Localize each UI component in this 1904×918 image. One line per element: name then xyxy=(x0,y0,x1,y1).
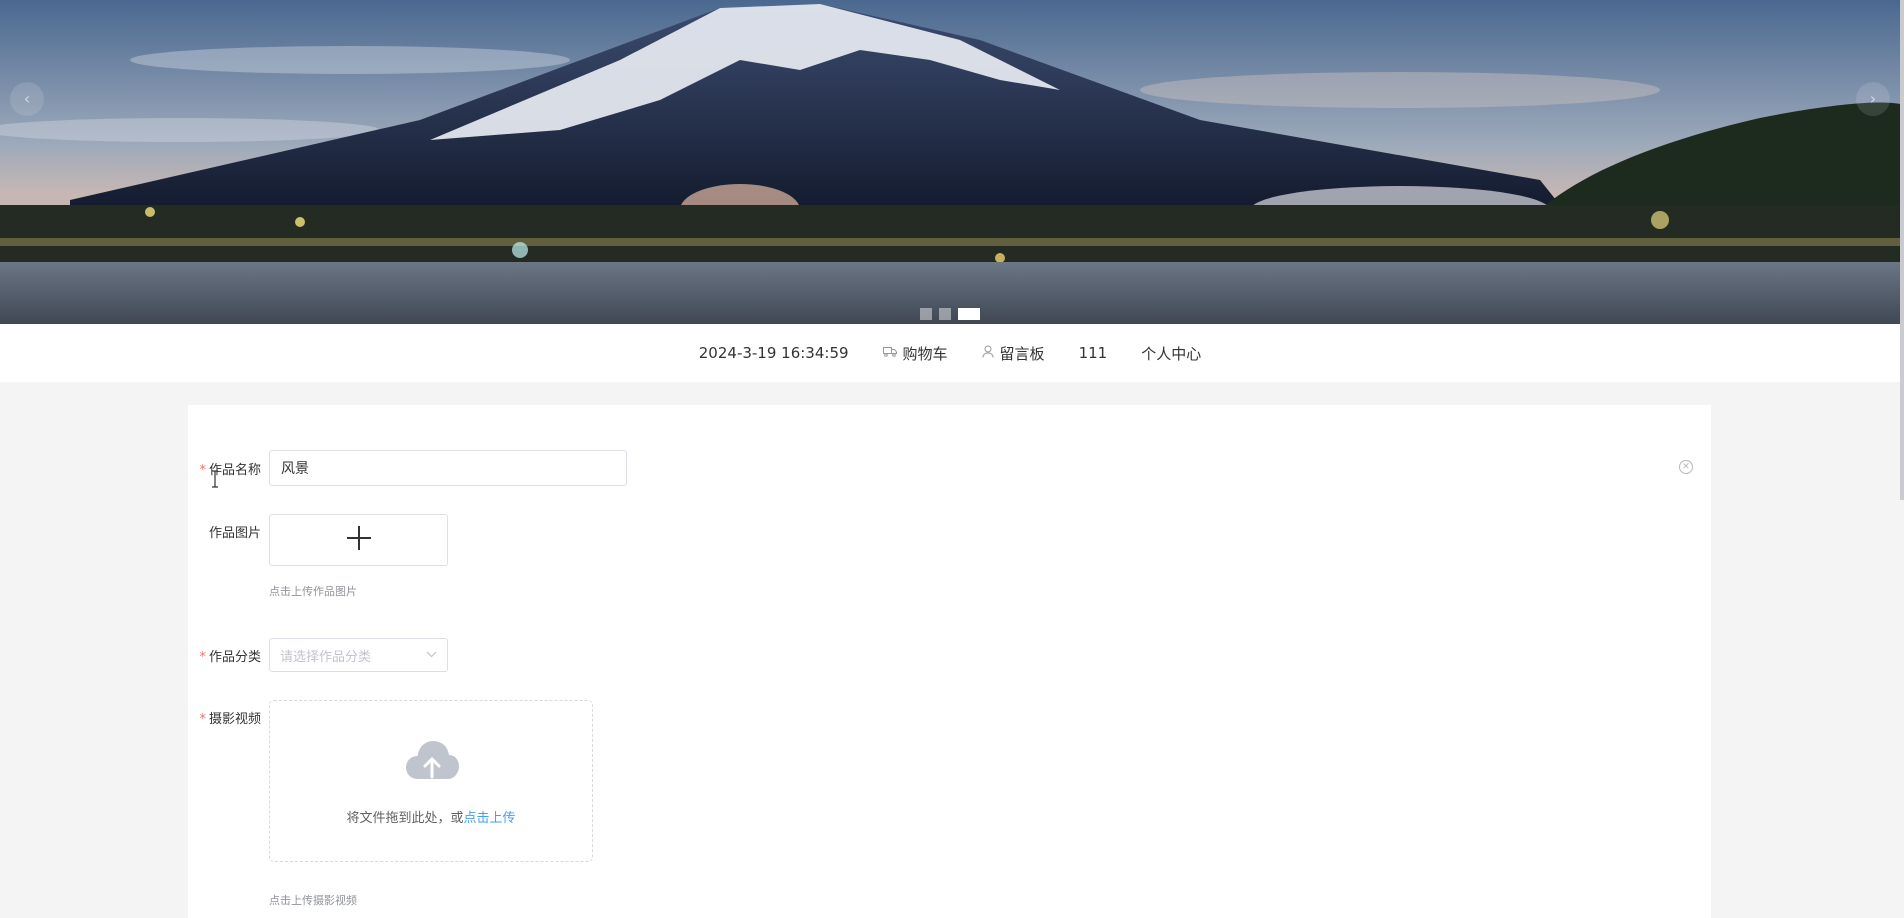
nav-cart-label: 购物车 xyxy=(902,344,948,363)
required-mark: * xyxy=(199,650,206,665)
nav-username[interactable]: 111 xyxy=(1079,344,1108,362)
work-category-label: * 作品分类 xyxy=(188,646,261,665)
work-name-label-text: 作品名称 xyxy=(208,463,261,478)
truck-icon xyxy=(882,346,897,361)
carousel-indicator-3[interactable] xyxy=(958,308,980,320)
required-mark: * xyxy=(199,463,206,478)
close-circle-icon[interactable]: ✕ xyxy=(1679,460,1693,474)
nav-profile[interactable]: 个人中心 xyxy=(1141,343,1201,364)
dropzone-hint: 将文件拖到此处，或 xyxy=(346,811,464,826)
nav-message-board[interactable]: 留言板 xyxy=(982,343,1045,364)
user-icon xyxy=(982,345,994,362)
video-upload-dropzone[interactable]: 将文件拖到此处，或点击上传 xyxy=(269,700,593,862)
nav-message-board-label: 留言板 xyxy=(999,344,1045,363)
work-name-label: * 作品名称 xyxy=(188,459,261,478)
work-image-label: 作品图片 xyxy=(188,522,261,541)
carousel-indicator-2[interactable] xyxy=(939,308,951,320)
work-image-upload-button[interactable] xyxy=(269,514,448,566)
work-image-label-text: 作品图片 xyxy=(208,526,261,541)
chevron-down-icon xyxy=(426,650,437,661)
carousel-indicator-1[interactable] xyxy=(920,308,932,320)
video-label: * 摄影视频 xyxy=(188,708,261,727)
page-scrollbar[interactable] xyxy=(1900,0,1904,500)
work-name-input[interactable] xyxy=(269,450,627,486)
carousel-indicators xyxy=(920,308,980,320)
carousel-next-button[interactable]: › xyxy=(1856,82,1890,116)
work-category-label-text: 作品分类 xyxy=(208,650,261,665)
nav-cart[interactable]: 购物车 xyxy=(882,343,948,364)
current-datetime: 2024-3-19 16:34:59 xyxy=(698,344,849,362)
cloud-upload-icon xyxy=(404,739,460,785)
video-label-text: 摄影视频 xyxy=(208,712,261,727)
work-form-card: ✕ *作品名称 作品图片 点击上传作品图片 *作品分类 请选择作品分类 *摄影视… xyxy=(188,405,1711,918)
banner-carousel: ‹ › xyxy=(0,0,1900,324)
work-category-placeholder: 请选择作品分类 xyxy=(280,649,372,665)
dropzone-text: 将文件拖到此处，或点击上传 xyxy=(270,807,592,826)
video-tip: 点击上传摄影视频 xyxy=(269,894,357,907)
plus-icon xyxy=(346,525,372,555)
required-mark: * xyxy=(199,712,206,727)
work-category-select[interactable]: 请选择作品分类 xyxy=(269,638,448,672)
banner-image xyxy=(0,0,1900,324)
carousel-prev-button[interactable]: ‹ xyxy=(10,82,44,116)
click-upload-link[interactable]: 点击上传 xyxy=(464,811,516,826)
top-navbar: 2024-3-19 16:34:59 购物车 留言板 111 个人中心 xyxy=(0,324,1900,382)
work-image-tip: 点击上传作品图片 xyxy=(269,585,357,598)
